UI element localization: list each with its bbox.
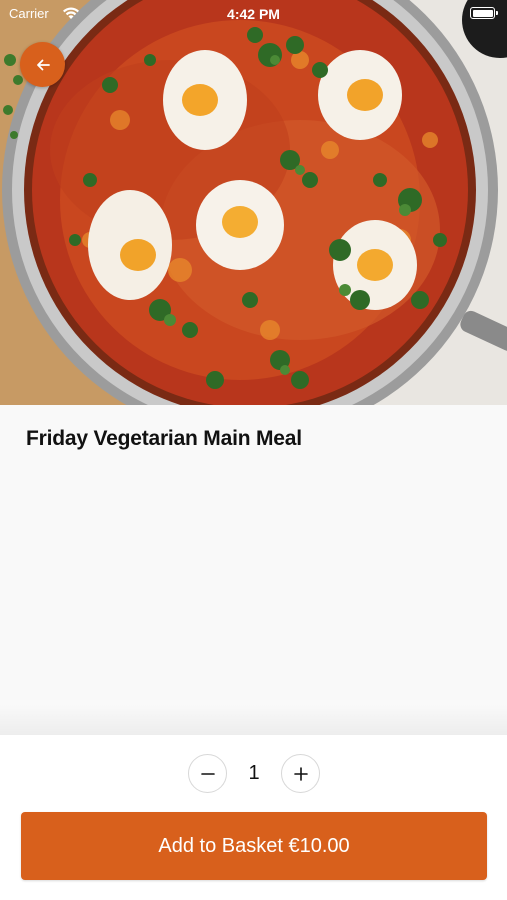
add-to-basket-button[interactable]: Add to Basket €10.00 <box>21 812 487 880</box>
plus-icon <box>293 766 308 781</box>
minus-icon <box>200 772 215 775</box>
order-panel: 1 Add to Basket €10.00 <box>0 735 507 900</box>
decrement-button[interactable] <box>188 754 227 793</box>
quantity-value: 1 <box>248 762 260 784</box>
increment-button[interactable] <box>281 754 320 793</box>
screen: Carrier 4:42 PM Friday Vegetarian Main M… <box>0 0 507 900</box>
battery-icon <box>470 7 498 19</box>
status-time: 4:42 PM <box>227 6 280 22</box>
back-button[interactable] <box>20 42 65 87</box>
meal-details: Friday Vegetarian Main Meal <box>0 405 507 735</box>
arrow-left-icon <box>36 59 50 70</box>
content-fade <box>0 705 507 735</box>
meal-image <box>0 0 507 405</box>
status-bar: Carrier 4:42 PM <box>0 0 507 28</box>
quantity-stepper: 1 <box>0 754 507 794</box>
meal-title: Friday Vegetarian Main Meal <box>26 427 302 450</box>
shakshuka-illustration <box>0 0 507 405</box>
